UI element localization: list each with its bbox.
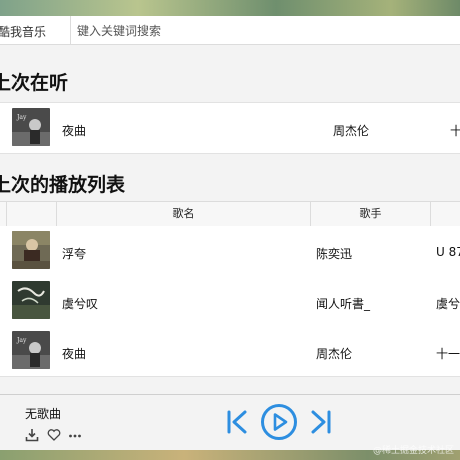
app-name: 酷我音乐 bbox=[0, 25, 47, 39]
now-playing-title: 无歌曲 bbox=[25, 407, 62, 421]
table-row[interactable]: 浮夸 陈奕迅 U 87 bbox=[0, 226, 460, 277]
column-header-title[interactable]: 歌名 bbox=[57, 202, 310, 226]
column-separator bbox=[6, 202, 7, 226]
svg-text:Jay: Jay bbox=[16, 337, 27, 344]
recent-song-row[interactable]: Jay 夜曲 周杰伦 十 bbox=[0, 102, 460, 154]
watermark: @稀土掘金技术社区 bbox=[372, 446, 454, 456]
album-cover-fukua bbox=[12, 231, 50, 269]
song-artist: 陈奕迅 bbox=[316, 247, 353, 261]
previous-track-button[interactable] bbox=[226, 409, 248, 439]
song-album: U 87 bbox=[436, 245, 460, 259]
column-header-artist[interactable]: 歌手 bbox=[311, 202, 430, 226]
song-title: 夜曲 bbox=[62, 347, 87, 361]
song-title: 虞兮叹 bbox=[62, 297, 99, 311]
top-search-bar: 酷我音乐 bbox=[0, 16, 460, 45]
album-cover-yuxitan bbox=[12, 281, 50, 319]
download-icon[interactable] bbox=[25, 427, 39, 442]
music-app-window: 酷我音乐 上次在听 Jay 夜曲 周杰伦 十 上次的播放列表 歌名 歌手 bbox=[0, 16, 460, 450]
song-artist: 周杰伦 bbox=[316, 347, 353, 361]
recent-song-artist: 周杰伦 bbox=[333, 124, 370, 138]
song-title: 浮夸 bbox=[62, 247, 87, 261]
next-track-button[interactable] bbox=[310, 409, 332, 439]
recent-section-title: 上次在听 bbox=[0, 72, 69, 94]
playlist-table-header: 歌名 歌手 bbox=[0, 201, 460, 227]
album-cover-yequ: Jay bbox=[12, 108, 50, 146]
table-row[interactable]: Jay 夜曲 周杰伦 十一 bbox=[0, 326, 460, 377]
heart-icon[interactable] bbox=[47, 427, 61, 441]
play-button[interactable] bbox=[260, 403, 298, 445]
song-album: 虞兮 bbox=[436, 297, 460, 311]
album-cover-yequ: Jay bbox=[12, 331, 50, 369]
desktop-background-top bbox=[0, 0, 460, 16]
more-icon[interactable] bbox=[68, 427, 82, 441]
column-separator bbox=[430, 202, 431, 226]
song-album: 十一 bbox=[436, 347, 460, 361]
recent-song-title: 夜曲 bbox=[62, 124, 87, 138]
song-artist: 闻人听書_ bbox=[316, 297, 371, 311]
table-row[interactable]: 虞兮叹 闻人听書_ 虞兮 bbox=[0, 276, 460, 327]
svg-text:Jay: Jay bbox=[16, 114, 27, 121]
search-input[interactable] bbox=[72, 20, 459, 42]
player-bar: 无歌曲 bbox=[0, 394, 460, 450]
recent-song-album: 十 bbox=[450, 124, 460, 138]
playlist-section-title: 上次的播放列表 bbox=[0, 174, 126, 196]
search-divider bbox=[70, 16, 71, 44]
